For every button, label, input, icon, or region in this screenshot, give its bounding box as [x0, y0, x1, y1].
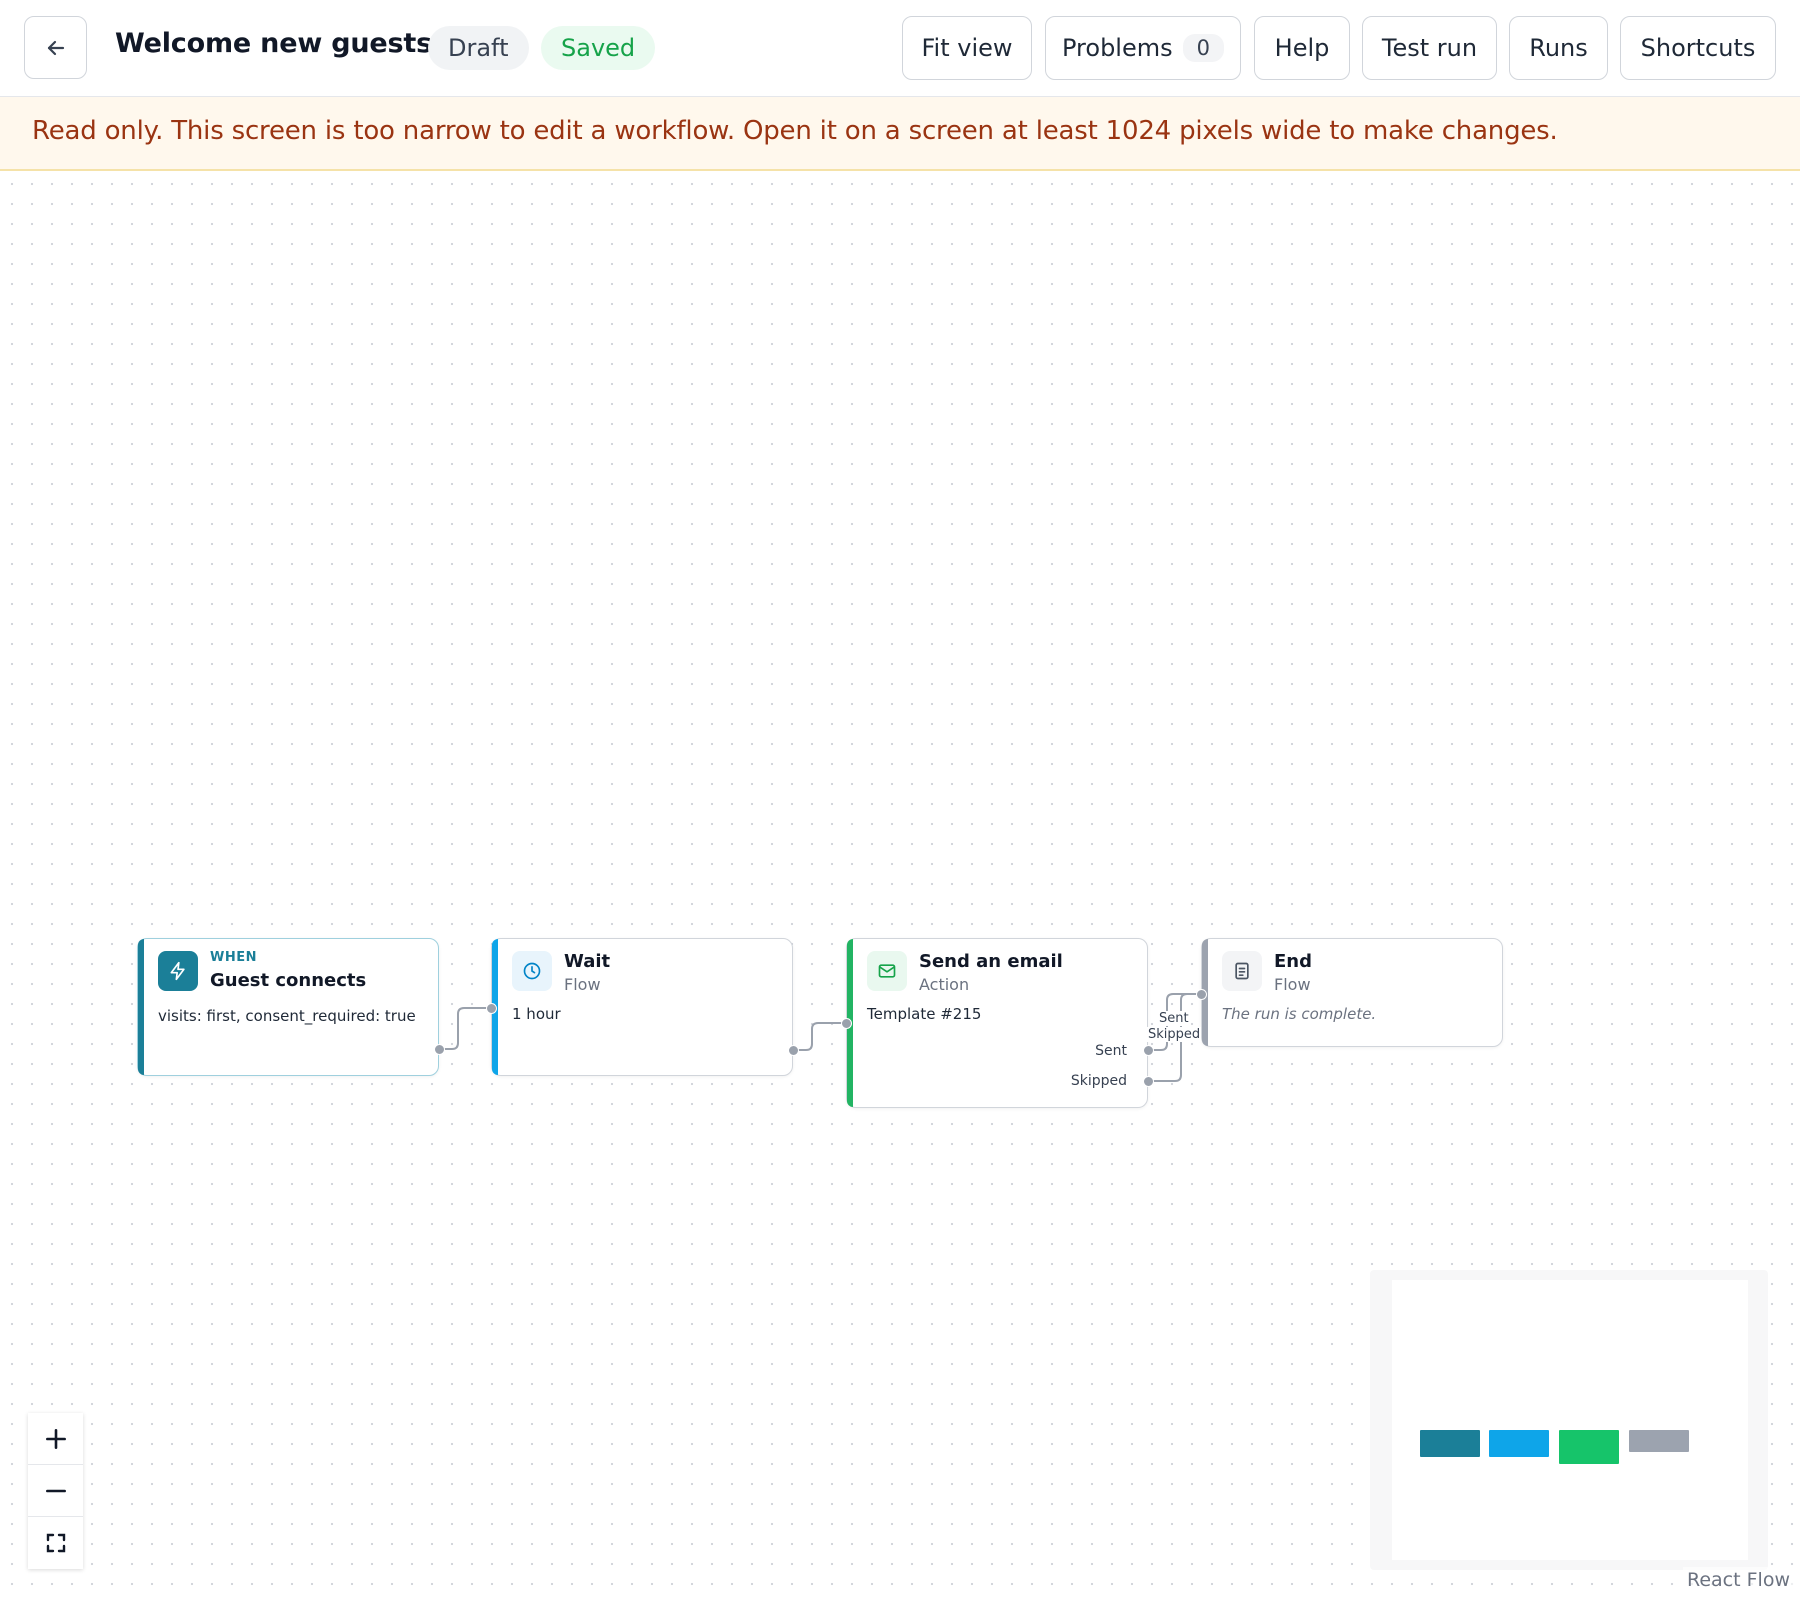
- send-email-node[interactable]: Send an email Action Template #215 Sent …: [841, 938, 1154, 1108]
- email-icon-box: [867, 951, 907, 991]
- edge-label-skipped: Skipped: [1147, 1027, 1202, 1042]
- trigger-conditions: visits: first, consent_required: true: [158, 1007, 416, 1025]
- minimap-node-wait: [1489, 1430, 1549, 1457]
- minimap[interactable]: [1370, 1270, 1768, 1570]
- runs-label: Runs: [1529, 34, 1588, 62]
- minus-icon: [45, 1489, 66, 1492]
- fullscreen-icon: [46, 1533, 65, 1553]
- trigger-output-handle[interactable]: [434, 1044, 445, 1055]
- end-subtitle: Flow: [1274, 975, 1311, 994]
- end-description: The run is complete.: [1222, 1005, 1377, 1023]
- email-template: Template #215: [867, 1005, 982, 1023]
- wait-duration: 1 hour: [512, 1005, 561, 1023]
- email-port-sent-label: Sent: [1095, 1043, 1127, 1059]
- wait-node[interactable]: Wait Flow 1 hour: [486, 938, 799, 1076]
- trigger-title: Guest connects: [210, 970, 367, 991]
- react-flow-attribution[interactable]: React Flow: [1683, 1567, 1794, 1593]
- saved-badge: Saved: [541, 26, 656, 70]
- minimap-viewport: [1392, 1280, 1748, 1560]
- zoom-out-button[interactable]: [28, 1465, 83, 1517]
- back-button[interactable]: [24, 16, 87, 79]
- minimap-node-email: [1559, 1430, 1619, 1464]
- fit-view-button[interactable]: Fit view: [902, 16, 1032, 80]
- email-title: Send an email: [919, 951, 1063, 972]
- trigger-icon-box: [158, 951, 198, 991]
- lightning-icon: [170, 961, 185, 981]
- back-arrow-icon: [47, 40, 64, 55]
- fit-view-control-button[interactable]: [28, 1517, 83, 1569]
- shortcuts-label: Shortcuts: [1640, 34, 1756, 62]
- end-node[interactable]: End Flow The run is complete.: [1196, 938, 1503, 1047]
- help-button[interactable]: Help: [1254, 16, 1350, 80]
- end-title: End: [1274, 951, 1312, 972]
- zoom-controls: [28, 1413, 83, 1569]
- shortcuts-button[interactable]: Shortcuts: [1620, 16, 1776, 80]
- fit-view-label: Fit view: [921, 34, 1013, 62]
- problems-label: Problems: [1062, 34, 1173, 62]
- trigger-accent: [138, 939, 144, 1075]
- help-label: Help: [1274, 34, 1330, 62]
- top-bar: Welcome new guests Draft Saved Fit view …: [0, 0, 1800, 97]
- wait-subtitle: Flow: [564, 975, 601, 994]
- wait-input-handle[interactable]: [486, 1003, 497, 1014]
- edge-label-sent: Sent: [1158, 1011, 1190, 1026]
- runs-button[interactable]: Runs: [1509, 16, 1608, 80]
- email-subtitle: Action: [919, 975, 970, 994]
- wait-output-handle[interactable]: [788, 1045, 799, 1056]
- end-input-handle[interactable]: [1196, 989, 1207, 1000]
- email-port-skipped-label: Skipped: [1070, 1073, 1127, 1089]
- email-skipped-handle[interactable]: [1143, 1076, 1154, 1087]
- email-sent-handle[interactable]: [1143, 1045, 1154, 1056]
- wait-icon-box: [512, 951, 552, 991]
- zoom-in-button[interactable]: [28, 1413, 83, 1465]
- read-only-banner: Read only. This screen is too narrow to …: [0, 97, 1800, 171]
- draft-badge: Draft: [428, 26, 529, 70]
- trigger-node[interactable]: WHEN Guest connects visits: first, conse…: [137, 938, 445, 1076]
- minimap-node-end: [1629, 1430, 1689, 1452]
- trigger-kicker: WHEN: [210, 950, 257, 965]
- document-icon: [1235, 962, 1249, 980]
- clock-icon: [523, 962, 541, 980]
- plus-icon: [45, 1428, 66, 1449]
- workflow-title: Welcome new guests: [115, 28, 432, 59]
- test-run-button[interactable]: Test run: [1362, 16, 1497, 80]
- test-run-label: Test run: [1381, 34, 1478, 62]
- email-input-handle[interactable]: [841, 1018, 852, 1029]
- wait-title: Wait: [564, 951, 611, 972]
- minimap-node-trigger: [1420, 1430, 1480, 1457]
- end-icon-box: [1222, 951, 1262, 991]
- read-only-message: Read only. This screen is too narrow to …: [32, 116, 1558, 146]
- problems-count-badge: 0: [1182, 34, 1224, 62]
- envelope-icon: [878, 964, 896, 978]
- problems-button[interactable]: Problems 0: [1045, 16, 1241, 80]
